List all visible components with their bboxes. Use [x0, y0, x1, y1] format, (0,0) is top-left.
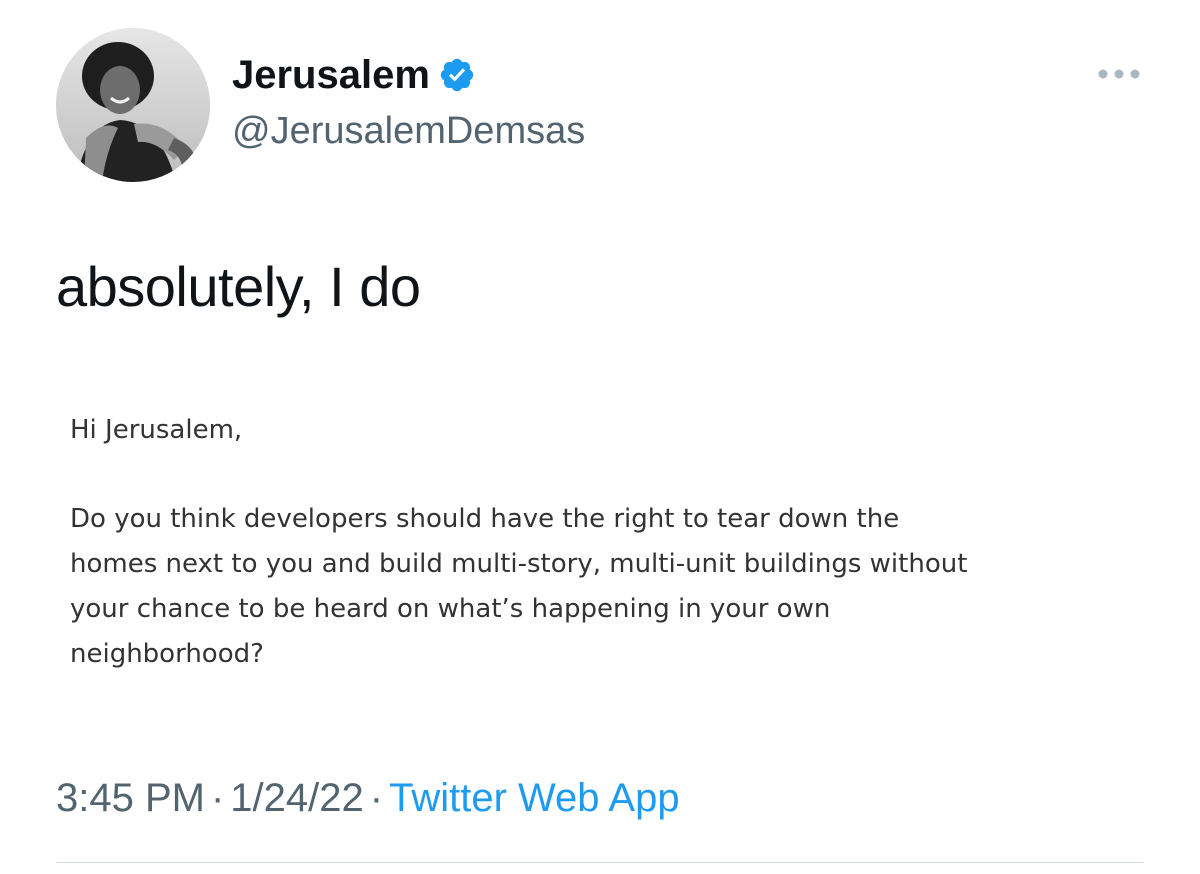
author-name-row: Jerusalem [232, 52, 476, 98]
tweet-text: absolutely, I do [56, 255, 421, 318]
attached-image[interactable]: Hi Jerusalem, Do you think developers sh… [56, 372, 1144, 712]
email-body-line: your chance to be heard on what’s happen… [70, 594, 831, 624]
email-body: Do you think developers should have the … [70, 497, 1140, 677]
email-body-line: homes next to you and build multi-story,… [70, 549, 968, 579]
email-greeting: Hi Jerusalem, [70, 415, 243, 445]
tweet-meta: 3:45 PM · 1/24/22 · Twitter Web App [56, 770, 680, 826]
tweet-date[interactable]: 1/24/22 [230, 776, 363, 820]
tweet-time[interactable]: 3:45 PM [56, 776, 205, 820]
author-handle[interactable]: @JerusalemDemsas [232, 108, 585, 154]
meta-separator: · [369, 776, 384, 820]
divider [56, 862, 1144, 863]
author-display-name[interactable]: Jerusalem [232, 52, 430, 98]
verified-badge-icon [438, 56, 476, 94]
avatar-photo [56, 28, 210, 182]
email-body-line: Do you think developers should have the … [70, 504, 900, 534]
more-options-icon[interactable] [1094, 62, 1144, 86]
meta-separator: · [210, 776, 225, 820]
tweet-source-link[interactable]: Twitter Web App [389, 776, 680, 820]
tweet: Jerusalem @JerusalemDemsas absolutely, I… [0, 0, 1200, 874]
email-body-line: neighborhood? [70, 639, 264, 669]
avatar[interactable] [56, 28, 210, 182]
